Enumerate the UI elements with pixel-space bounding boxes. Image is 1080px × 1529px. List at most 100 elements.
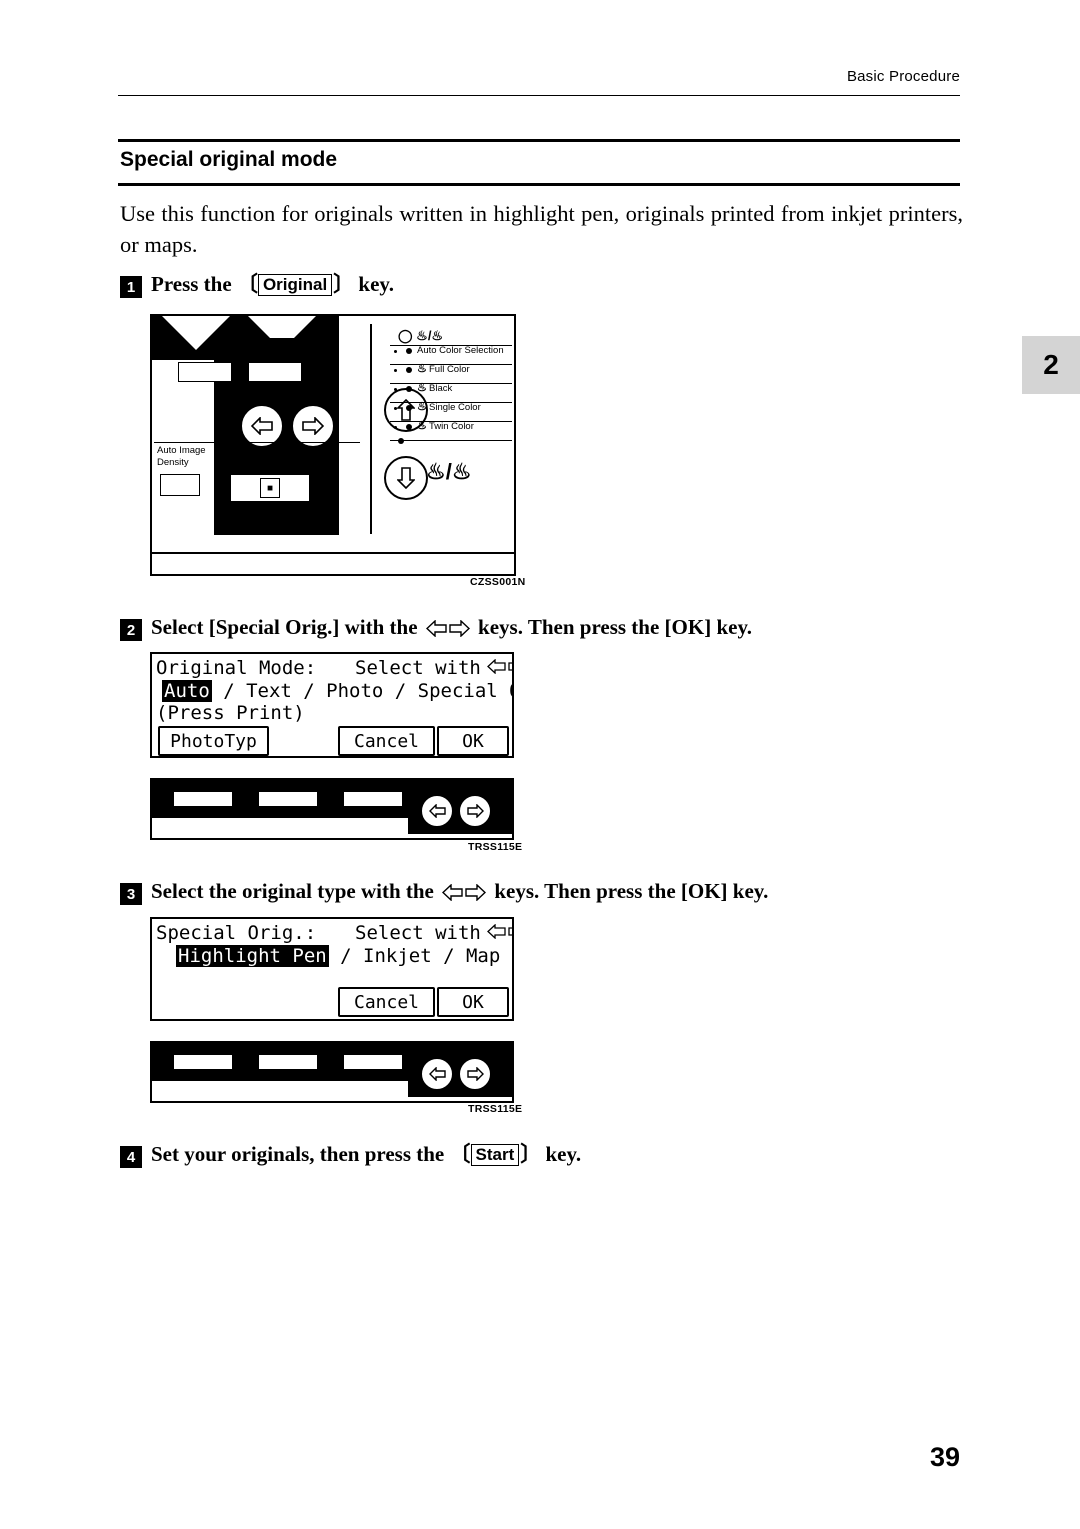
bracket-close: 〕 [333, 272, 354, 296]
arrow-left-icon [428, 1067, 446, 1081]
fig1-icon-black: ♨ [417, 382, 427, 394]
lcd2-title: Special Orig.: [156, 922, 317, 944]
lcd1-option-selected: Auto [162, 680, 212, 702]
step-4-text-before: Set your originals, then press the [151, 1142, 450, 1166]
step-4-key: Start [470, 1144, 520, 1166]
fig1-dot-1 [394, 350, 397, 353]
fig1-led-1 [406, 348, 412, 354]
fig1-icon-full-color: ♨ [417, 363, 427, 375]
lcd1-title: Original Mode: [156, 657, 317, 679]
fig1-icon-color-pair: ♨/♨ [426, 459, 472, 484]
fig1-label-black: Black [429, 383, 453, 394]
step-3-text: Select the original type with the keys. … [151, 877, 768, 905]
bracket-close-4: 〕 [520, 1142, 541, 1166]
page-chapter-tab: 2 [1022, 336, 1080, 394]
arrow-left-icon [251, 417, 273, 435]
fig1-rule-original [230, 442, 360, 443]
fig1-bottom-bar [152, 552, 514, 574]
strip1-key-1 [174, 792, 232, 806]
fig1-dot-4 [394, 407, 397, 410]
lcd1-arrow-keys-icon [487, 658, 512, 678]
step-1: 1 Press the 〔 Original 〕 key. [120, 270, 394, 298]
lcd1-select-with: Select with [355, 657, 481, 679]
strip1-key-3 [344, 792, 402, 806]
fig1-led-5 [406, 424, 412, 430]
step-2-text-mid: keys. Then press the [OK] key. [472, 615, 753, 639]
strip2-left-arrow-key [420, 1057, 454, 1091]
bracket-open-4: 〔 [449, 1142, 471, 1166]
lcd1-press-print: (Press Print) [156, 702, 305, 724]
lcd2-select-with: Select with [355, 922, 481, 944]
fig1-color-icons-top: ◯ ♨/♨ [398, 328, 444, 343]
step-3-text-mid: keys. Then press the [OK] key. [489, 879, 769, 903]
bracket-open: 〔 [236, 272, 258, 296]
section-rule-top [118, 139, 960, 142]
fig1-led-3 [406, 386, 412, 392]
arrow-keys-icon-2 [425, 620, 470, 637]
step-4-text-after: key. [540, 1142, 582, 1166]
figure-lcd-special-orig: Special Orig.: Select with Highlight Pen… [150, 917, 514, 1021]
strip2-key-1 [174, 1055, 232, 1069]
lcd1-cancel-button[interactable]: Cancel [338, 726, 435, 756]
step-1-text: Press the 〔 Original 〕 key. [151, 270, 394, 298]
step-1-key: Original [257, 274, 333, 296]
arrow-keys-icon-3 [442, 884, 487, 901]
step-3-number: 3 [120, 883, 142, 905]
header-rule [118, 95, 960, 96]
step-2: 2 Select [Special Orig.] with the keys. … [120, 613, 752, 641]
figure-lcd-original-mode: Original Mode: Select with Auto / Text /… [150, 652, 514, 758]
lcd1-phototyp-button[interactable]: PhotoTyp [158, 726, 269, 756]
fig1-dot-5 [394, 426, 397, 429]
fig1-led-4 [406, 405, 412, 411]
strip2-key-3 [344, 1055, 402, 1069]
fig1-rule-density [154, 442, 214, 443]
strip1-key-2 [259, 792, 317, 806]
arrow-down-icon [397, 467, 415, 489]
figure-key-strip-2 [150, 1041, 514, 1103]
strip1-right-arrow-key [458, 794, 492, 828]
lcd2-options: Highlight Pen / Inkjet / Map [176, 945, 500, 967]
lcd2-arrow-keys-icon [487, 923, 512, 943]
lcd2-code: TRSS115E [468, 1103, 523, 1115]
fig1-label-auto-image: Auto Image [157, 445, 206, 456]
lcd1-code: TRSS115E [468, 841, 523, 853]
arrow-right-icon [466, 804, 484, 818]
lcd2-cancel-button[interactable]: Cancel [338, 987, 435, 1017]
fig1-label-single-color: Single Color [429, 402, 481, 413]
step-3-text-before: Select the original type with the [151, 879, 440, 903]
fig1-down-arrow-key [384, 456, 428, 500]
step-4: 4 Set your originals, then press the 〔 St… [120, 1140, 581, 1168]
step-4-number: 4 [120, 1146, 142, 1168]
fig1-label-full-color: Full Color [429, 364, 470, 375]
fig1-key-b [248, 362, 302, 382]
fig1-led-2 [406, 367, 412, 373]
step-2-text: Select [Special Orig.] with the keys. Th… [151, 613, 752, 641]
lcd1-ok-button[interactable]: OK [437, 726, 509, 756]
step-2-number: 2 [120, 619, 142, 641]
fig1-dot-3 [394, 388, 397, 391]
lcd2-option-selected: Highlight Pen [176, 945, 329, 967]
fig1-original-icon: ■ [260, 478, 280, 498]
fig1-rule-6 [390, 440, 512, 441]
strip2-right-arrow-key [458, 1057, 492, 1091]
fig1-icon-twin-color: ♨ [417, 420, 427, 432]
document-page: Basic Procedure 2 Special original mode … [0, 0, 1080, 1529]
lcd1-options-rest: / Text / Photo / Special Orig. [223, 680, 512, 702]
strip1-left-arrow-key [420, 794, 454, 828]
fig1-label-auto-color-selection: Auto Color Selection [417, 345, 504, 356]
step-1-text-before: Press the [151, 272, 237, 296]
step-2-text-before: Select [Special Orig.] with the [151, 615, 423, 639]
lcd2-options-rest: / Inkjet / Map [328, 945, 501, 967]
step-1-number: 1 [120, 276, 142, 298]
intro-paragraph: Use this function for originals written … [120, 201, 963, 257]
fig1-divider-vertical [370, 324, 372, 534]
fig1-label-density: Density [157, 457, 189, 468]
running-head: Basic Procedure [846, 68, 960, 85]
section-title: Special original mode [120, 148, 338, 171]
fig1-key-density [160, 474, 200, 496]
lcd2-ok-button[interactable]: OK [437, 987, 509, 1017]
fig1-label-twin-color: Twin Color [429, 421, 474, 432]
figure-control-panel: ◯ ♨/♨ Auto Color Selection Full Color ♨ … [150, 314, 516, 576]
lcd1-options: Auto / Text / Photo / Special Orig. [162, 680, 512, 702]
fig1-led-6 [398, 438, 404, 444]
